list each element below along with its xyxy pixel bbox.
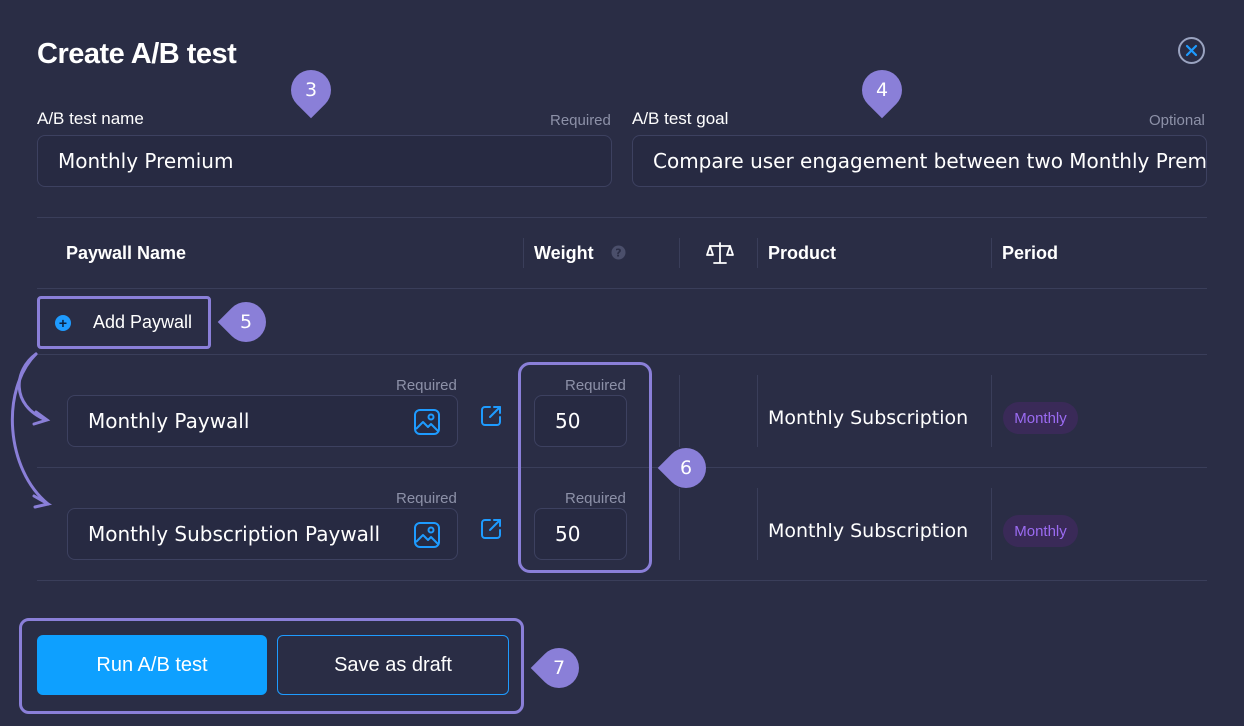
- paywall-name: Monthly Paywall: [88, 409, 250, 433]
- test-goal-label: A/B test goal: [632, 109, 729, 128]
- close-button[interactable]: [1178, 37, 1205, 64]
- help-icon[interactable]: ?: [611, 245, 626, 260]
- column-separator: [679, 488, 680, 560]
- add-paywall-button[interactable]: + Add Paywall: [37, 296, 211, 349]
- paywall-select[interactable]: Monthly Subscription Paywall: [67, 508, 458, 560]
- column-header-weight: Weight: [534, 243, 594, 263]
- divider: [37, 580, 1207, 581]
- column-separator: [991, 488, 992, 560]
- column-separator: [757, 375, 758, 447]
- test-goal-optional-hint: Optional: [1149, 112, 1205, 129]
- dialog-title: Create A/B test: [37, 38, 237, 70]
- paywall-required-hint: Required: [396, 490, 457, 507]
- column-header-paywall-name: Paywall Name: [66, 243, 187, 263]
- external-link-icon[interactable]: [479, 517, 503, 541]
- column-separator: [757, 238, 758, 268]
- connector-arrows: [10, 352, 53, 509]
- column-header-product: Product: [768, 243, 837, 263]
- plus-circle-icon: +: [55, 314, 71, 331]
- callout-marker: 7: [530, 639, 588, 697]
- column-header-period: Period: [1002, 243, 1059, 263]
- divider: [37, 217, 1207, 218]
- divider: [37, 354, 1207, 355]
- column-separator: [757, 488, 758, 560]
- add-paywall-label: Add Paywall: [93, 312, 193, 332]
- test-name-input[interactable]: Monthly Premium: [37, 135, 612, 187]
- paywall-select[interactable]: Monthly Paywall: [67, 395, 458, 447]
- test-name-label: A/B test name: [37, 109, 144, 128]
- callout-marker: 6: [657, 439, 715, 497]
- external-link-icon[interactable]: [479, 404, 503, 428]
- callout-marker: 3: [282, 61, 340, 119]
- column-separator: [679, 375, 680, 447]
- callout-marker: 5: [217, 293, 275, 351]
- period-badge: Monthly: [1003, 402, 1078, 434]
- balance-scale-icon[interactable]: [706, 240, 734, 266]
- svg-text:?: ?: [615, 247, 621, 260]
- run-ab-test-button[interactable]: Run A/B test: [37, 635, 267, 695]
- save-draft-button[interactable]: Save as draft: [277, 635, 509, 695]
- image-icon[interactable]: [413, 408, 441, 436]
- column-separator: [679, 238, 680, 268]
- test-goal-input[interactable]: Compare user engagement between two Mont…: [632, 135, 1207, 187]
- test-name-required-hint: Required: [550, 112, 611, 129]
- period-badge: Monthly: [1003, 515, 1078, 547]
- product-name: Monthly Subscription: [768, 407, 969, 429]
- divider: [37, 288, 1207, 289]
- image-icon[interactable]: [413, 521, 441, 549]
- paywall-name: Monthly Subscription Paywall: [88, 522, 381, 546]
- column-separator: [991, 375, 992, 447]
- close-icon: [1185, 44, 1198, 57]
- weight-highlight: [518, 362, 652, 573]
- product-name: Monthly Subscription: [768, 520, 969, 542]
- callout-marker: 4: [853, 61, 911, 119]
- column-separator: [523, 238, 524, 268]
- column-separator: [991, 238, 992, 268]
- paywall-required-hint: Required: [396, 377, 457, 394]
